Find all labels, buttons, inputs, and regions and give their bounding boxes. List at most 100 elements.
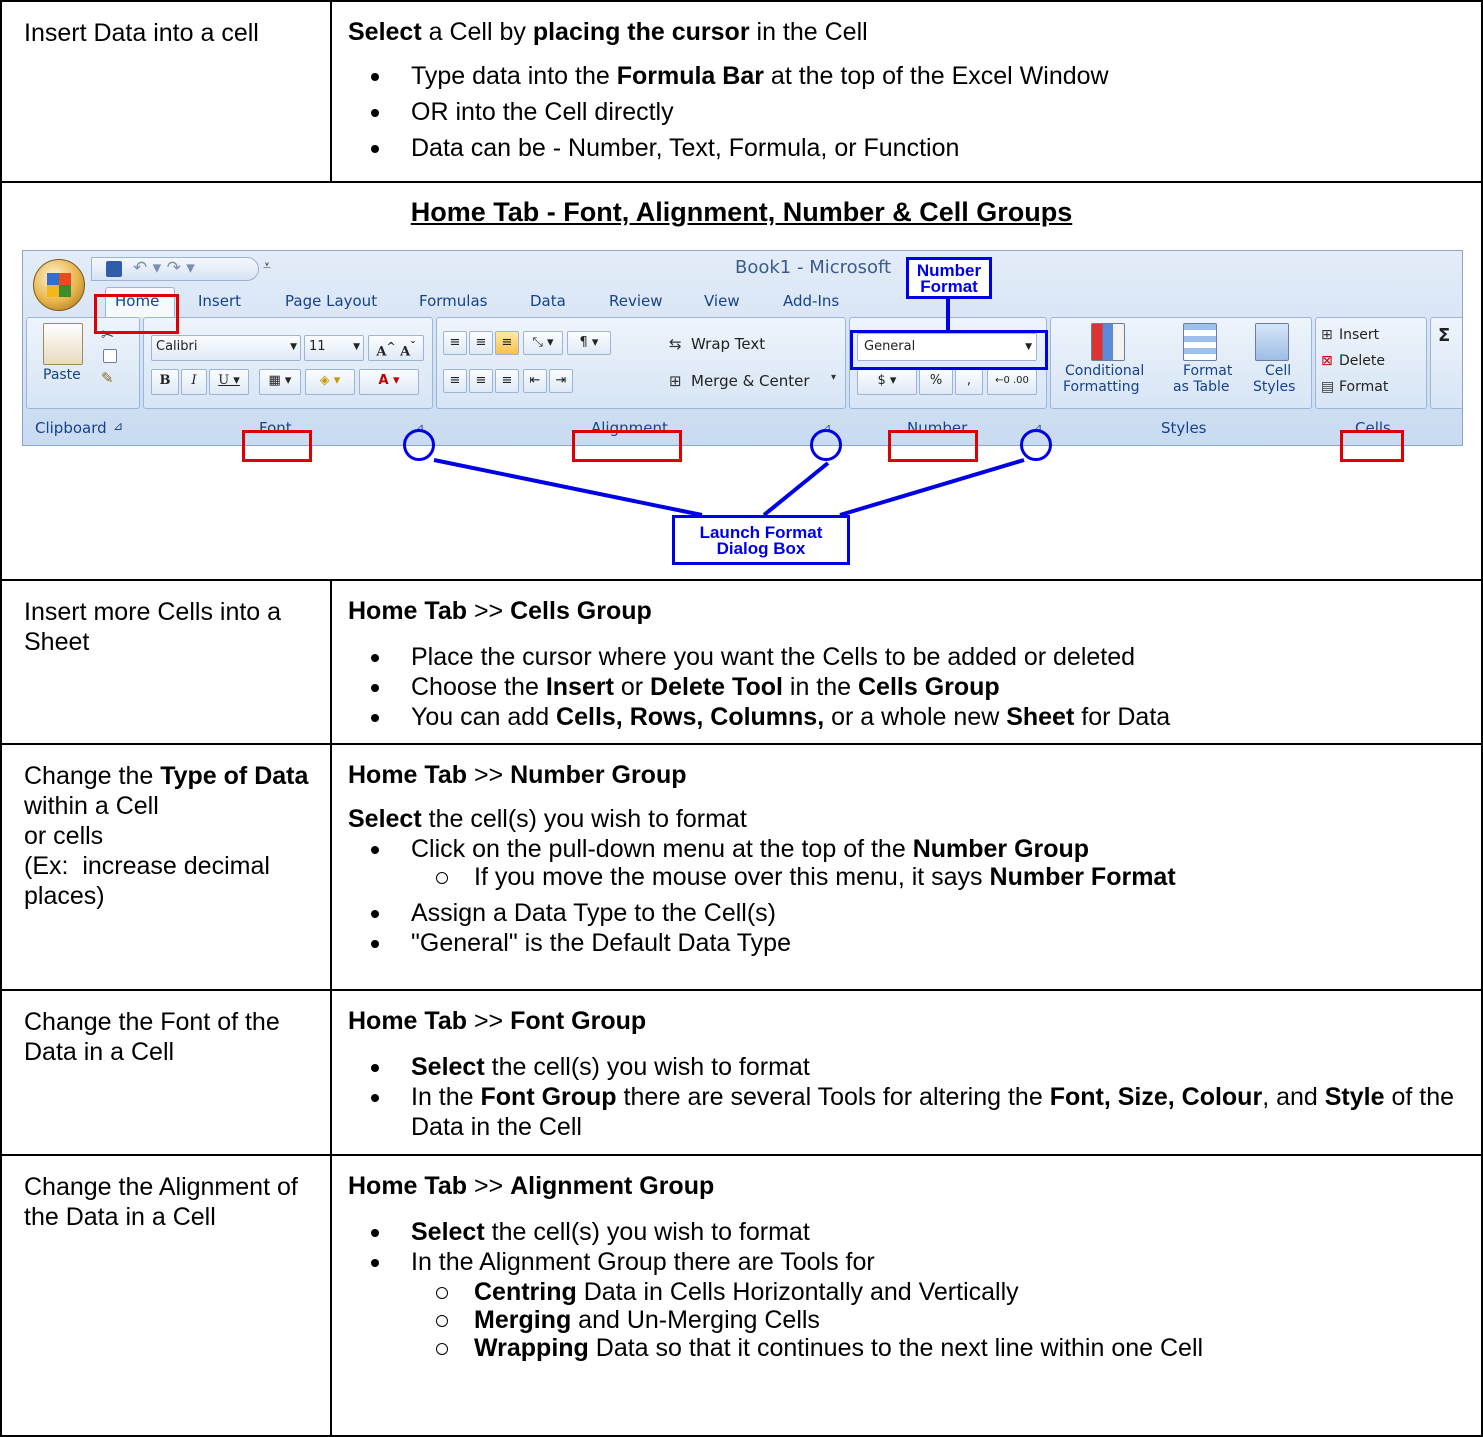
fill-color-button[interactable]: ◈ ▾ bbox=[305, 369, 355, 395]
row-insert-data: Insert Data into a cell Select a Cell by… bbox=[2, 0, 1481, 181]
align-right-button[interactable]: ≡ bbox=[495, 369, 519, 393]
comma-button[interactable]: , bbox=[955, 369, 983, 395]
borders-button[interactable]: ▦ ▾ bbox=[259, 369, 301, 395]
row-alignment: Change the Alignment of the Data in a Ce… bbox=[2, 1154, 1481, 1437]
row-font: Change the Font of the Data in a Cell Ho… bbox=[2, 989, 1481, 1154]
tab-page-layout[interactable]: Page Layout bbox=[285, 292, 377, 310]
highlight-alignment-label bbox=[572, 430, 682, 462]
sub-list-item: Wrapping Data so that it continues to th… bbox=[348, 1336, 1481, 1361]
merge-center-button[interactable]: Merge & Center bbox=[691, 372, 810, 390]
window-title: Book1 - Microsoft bbox=[735, 257, 892, 278]
merge-dropdown-icon[interactable]: ▾ bbox=[831, 372, 836, 383]
list-item: Type data into the Formula Bar at the to… bbox=[348, 61, 1481, 91]
highlight-alignment-launcher bbox=[810, 429, 842, 461]
undo-icon[interactable]: ↶ ▾ ↷ ▾ bbox=[133, 258, 195, 278]
tab-review[interactable]: Review bbox=[609, 292, 663, 310]
highlight-home-tab bbox=[94, 294, 179, 334]
bold-button[interactable]: B bbox=[151, 369, 179, 395]
wrap-text-icon[interactable]: ⇆ bbox=[669, 335, 682, 353]
paste-label[interactable]: Paste bbox=[43, 367, 81, 383]
rtl-button[interactable]: ¶ ▾ bbox=[567, 331, 611, 355]
row-content: Home Tab >> Font Group Select the cell(s… bbox=[332, 991, 1481, 1142]
format-cells-button[interactable]: Format bbox=[1339, 379, 1388, 395]
insert-cells-button[interactable]: Insert bbox=[1339, 327, 1379, 343]
row-label: Change the Font of the Data in a Cell bbox=[2, 991, 332, 1154]
row-content: Home Tab >> Number Group Select the cell… bbox=[332, 745, 1481, 958]
list-item: Select the cell(s) you wish to format bbox=[348, 1217, 1481, 1247]
paste-icon[interactable] bbox=[43, 323, 83, 365]
save-icon[interactable] bbox=[106, 261, 122, 277]
callout-number-format: Number Format bbox=[906, 257, 992, 299]
center-button[interactable]: ≡ bbox=[469, 369, 493, 393]
tab-insert[interactable]: Insert bbox=[198, 292, 241, 310]
highlight-cells-label bbox=[1340, 430, 1404, 462]
font-size-select[interactable]: 11 ▼ bbox=[304, 335, 364, 361]
sub-list-item: If you move the mouse over this menu, it… bbox=[348, 865, 1481, 890]
group-font bbox=[143, 317, 433, 409]
increase-indent-button[interactable]: ⇥ bbox=[549, 369, 573, 393]
merge-center-icon[interactable]: ⊞ bbox=[669, 372, 682, 390]
row-intro: Select a Cell by placing the cursor in t… bbox=[348, 18, 868, 46]
insert-cells-icon[interactable]: ⊞ bbox=[1321, 327, 1333, 343]
percent-button[interactable]: % bbox=[919, 369, 953, 395]
copy-icon[interactable] bbox=[103, 349, 117, 363]
list-item: "General" is the Default Data Type bbox=[348, 928, 1481, 958]
row-heading: Home Tab >> Number Group bbox=[348, 761, 687, 789]
office-logo-icon bbox=[47, 273, 71, 297]
decimal-buttons[interactable]: ←0 .00 bbox=[987, 369, 1037, 395]
row-insert-cells: Insert more Cells into a Sheet Home Tab … bbox=[2, 579, 1481, 743]
font-name-select[interactable]: Calibri ▼ bbox=[151, 335, 301, 361]
highlight-number-launcher bbox=[1020, 429, 1052, 461]
currency-label: $ bbox=[877, 373, 886, 388]
middle-align-button[interactable]: ≡ bbox=[469, 331, 493, 355]
highlight-number-label bbox=[888, 430, 978, 462]
row-label: Change the Type of Data within a Cell or … bbox=[2, 745, 332, 989]
tab-view[interactable]: View bbox=[704, 292, 740, 310]
conditional-formatting-label-2[interactable]: Formatting bbox=[1063, 379, 1139, 395]
align-left-button[interactable]: ≡ bbox=[443, 369, 467, 393]
currency-button[interactable]: $ ▾ bbox=[857, 369, 917, 395]
delete-cells-icon[interactable]: ⊠ bbox=[1321, 353, 1333, 369]
dialog-launcher-clipboard-icon[interactable]: ⊿ bbox=[113, 419, 123, 433]
list-item: Choose the Insert or Delete Tool in the … bbox=[348, 672, 1481, 702]
format-painter-icon[interactable]: ✎ bbox=[101, 369, 114, 387]
row-intro: Select the cell(s) you wish to format bbox=[348, 805, 747, 833]
grow-font-button[interactable]: A^ Aˇ bbox=[368, 335, 424, 361]
list-item: Data can be - Number, Text, Formula, or … bbox=[348, 133, 1481, 163]
format-as-table-label-2[interactable]: as Table bbox=[1173, 379, 1230, 395]
tab-data[interactable]: Data bbox=[530, 292, 566, 310]
top-align-button[interactable]: ≡ bbox=[443, 331, 467, 355]
underline-button[interactable]: U ▾ bbox=[209, 369, 249, 395]
highlight-font-launcher bbox=[403, 429, 435, 461]
cell-styles-icon[interactable] bbox=[1255, 323, 1289, 361]
delete-cells-button[interactable]: Delete bbox=[1339, 353, 1385, 369]
row-heading: Home Tab >> Font Group bbox=[348, 1007, 647, 1035]
cell-styles-label-2[interactable]: Styles bbox=[1253, 379, 1295, 395]
font-color-button[interactable]: A ▾ bbox=[359, 369, 419, 395]
decrease-indent-button[interactable]: ⇤ bbox=[523, 369, 547, 393]
list-item: OR into the Cell directly bbox=[348, 97, 1481, 127]
format-cells-icon[interactable]: ▤ bbox=[1321, 379, 1334, 395]
font-name-value: Calibri bbox=[156, 339, 198, 354]
callout-launch-line2: Dialog Box bbox=[716, 539, 806, 558]
tab-add-ins[interactable]: Add-Ins bbox=[783, 292, 839, 310]
sub-list-item: Centring Data in Cells Horizontally and … bbox=[348, 1280, 1481, 1305]
tab-formulas[interactable]: Formulas bbox=[419, 292, 487, 310]
format-as-table-icon[interactable] bbox=[1183, 323, 1217, 361]
document-table: Insert Data into a cell Select a Cell by… bbox=[0, 0, 1483, 1437]
row-label: Insert Data into a cell bbox=[2, 2, 332, 181]
conditional-formatting-icon[interactable] bbox=[1091, 323, 1125, 361]
conditional-formatting-label-1[interactable]: Conditional bbox=[1065, 363, 1144, 379]
row-label: Insert more Cells into a Sheet bbox=[2, 581, 332, 743]
group-label-styles: Styles bbox=[1161, 419, 1207, 437]
customize-qat-icon[interactable]: ⩡ bbox=[263, 258, 271, 274]
orientation-button[interactable]: ⤡ ▾ bbox=[523, 331, 563, 355]
cell-styles-label-1[interactable]: Cell bbox=[1265, 363, 1291, 379]
list-item: Place the cursor where you want the Cell… bbox=[348, 642, 1481, 672]
list-item: Assign a Data Type to the Cell(s) bbox=[348, 898, 1481, 928]
italic-button[interactable]: I bbox=[181, 369, 207, 395]
format-as-table-label-1[interactable]: Format bbox=[1183, 363, 1232, 379]
wrap-text-button[interactable]: Wrap Text bbox=[691, 335, 765, 353]
bottom-align-button[interactable]: ≡ bbox=[495, 331, 519, 355]
sum-icon[interactable]: Σ bbox=[1438, 325, 1450, 346]
